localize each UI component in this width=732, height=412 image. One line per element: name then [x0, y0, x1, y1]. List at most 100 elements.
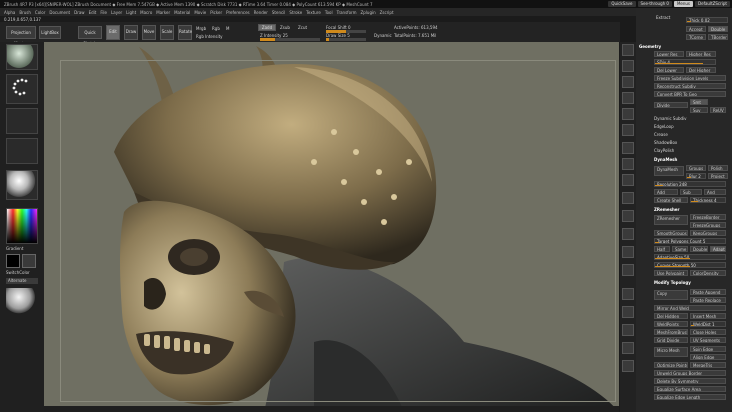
zoom-icon[interactable]: [622, 92, 634, 104]
smt-toggle[interactable]: Smt: [690, 99, 708, 105]
persp-icon[interactable]: [622, 142, 634, 154]
thick-slider[interactable]: Thick 0.02: [686, 17, 728, 23]
menu-edit[interactable]: Edit: [89, 10, 97, 15]
zremesher-header[interactable]: ZRemesher: [654, 207, 680, 212]
floor-icon[interactable]: [622, 158, 634, 170]
main-color-swatch[interactable]: [6, 254, 20, 268]
del-lower-button[interactable]: Del Lower: [654, 67, 684, 73]
create-shell-button[interactable]: Create Shell: [654, 197, 688, 203]
menu-macro[interactable]: Macro: [140, 10, 152, 15]
thickness-slider[interactable]: Thickness 4: [690, 197, 726, 203]
merge-tris-button[interactable]: MergeTris: [690, 362, 726, 368]
polyframe-icon[interactable]: [622, 288, 634, 300]
move-view-icon[interactable]: [622, 228, 634, 240]
menu-draw[interactable]: Draw: [74, 10, 84, 15]
menu-material[interactable]: Material: [174, 10, 190, 15]
suv-toggle[interactable]: Suv: [690, 107, 708, 113]
brush-thumbnail[interactable]: [6, 44, 38, 70]
secondary-color-swatch[interactable]: [22, 254, 36, 268]
ghost-icon[interactable]: [622, 324, 634, 336]
insert-mesh-button[interactable]: Insert Mesh: [690, 313, 726, 319]
shadowbox-header[interactable]: ShadowBox: [654, 140, 677, 145]
m-toggle[interactable]: M: [226, 26, 229, 31]
alternate-button[interactable]: Alternate: [6, 278, 38, 284]
keep-groups-toggle[interactable]: KeepGroups: [690, 230, 726, 236]
solo-icon[interactable]: [622, 342, 634, 354]
paste-replace-button[interactable]: Paste Replace: [690, 297, 726, 303]
smooth-groups-toggle[interactable]: SmoothGroups: [654, 230, 688, 236]
target-polygons-slider[interactable]: Target Polygons Count 5: [654, 238, 726, 244]
switch-color-label[interactable]: SwitchColor: [6, 270, 30, 275]
half-button[interactable]: Half: [654, 246, 670, 252]
equalize-edge-length-button[interactable]: Equalize Edge Length: [654, 394, 726, 400]
use-polypaint-toggle[interactable]: Use Polypaint: [654, 270, 688, 276]
menu-stroke[interactable]: Stroke: [289, 10, 302, 15]
draw-button[interactable]: Draw: [124, 25, 138, 40]
polish-toggle[interactable]: Polish: [708, 165, 728, 171]
see-through-slider[interactable]: See-through 0: [637, 1, 672, 7]
menu-layer[interactable]: Layer: [111, 10, 122, 15]
menu-preferences[interactable]: Preferences: [226, 10, 250, 15]
menu-picker[interactable]: Picker: [210, 10, 222, 15]
menu-texture[interactable]: Texture: [306, 10, 321, 15]
default-zscript-button[interactable]: DefaultZScript: [695, 1, 730, 7]
quicksave-button[interactable]: QuickSave: [608, 1, 636, 7]
geometry-header[interactable]: Geometry: [639, 44, 661, 49]
aahalf-icon[interactable]: [622, 124, 634, 136]
sdiv-slider[interactable]: SDiv 4: [654, 59, 716, 65]
sub-button[interactable]: Sub: [680, 189, 702, 195]
resolution-slider[interactable]: Resolution 248: [654, 181, 726, 187]
menu-zplugin[interactable]: Zplugin: [361, 10, 376, 15]
lightbox-button[interactable]: LightBox: [39, 26, 61, 39]
rgb-intensity-slider[interactable]: Rgb Intensity: [196, 34, 223, 39]
bpr-icon[interactable]: [622, 44, 634, 56]
alpha-thumbnail[interactable]: [6, 108, 38, 134]
modify-topology-header[interactable]: Modify Topology: [654, 280, 691, 285]
add-button[interactable]: Add: [654, 189, 678, 195]
menu-alpha[interactable]: Alpha: [4, 10, 15, 15]
menu-brush[interactable]: Brush: [19, 10, 31, 15]
mesh-from-brush-button[interactable]: MeshFromBrush: [654, 329, 688, 335]
freeze-groups-toggle[interactable]: FreezeGroups: [690, 222, 726, 228]
quick-sketch-button[interactable]: Quick Sketch: [78, 26, 102, 46]
adapt-toggle[interactable]: Adapt: [710, 246, 726, 252]
local-icon[interactable]: [622, 174, 634, 186]
menu-render[interactable]: Render: [254, 10, 268, 15]
scroll-icon[interactable]: [622, 76, 634, 88]
curves-strength-slider[interactable]: Curves Strength 50: [654, 262, 726, 268]
dynamesh-header[interactable]: DynaMesh: [654, 157, 677, 162]
weld-points-button[interactable]: WeldPoints: [654, 321, 688, 327]
micro-mesh-button[interactable]: Micro Mesh: [654, 347, 688, 357]
texture-thumbnail[interactable]: [6, 138, 38, 164]
move-button[interactable]: Move: [142, 25, 156, 40]
tborder-button[interactable]: TBorder: [708, 34, 728, 40]
menu-stencil[interactable]: Stencil: [272, 10, 286, 15]
freeze-subdiv-button[interactable]: Freeze Subdivision Levels: [654, 75, 726, 81]
color-density-slider[interactable]: ColorDensity: [690, 270, 726, 276]
z-intensity-track[interactable]: [260, 38, 320, 41]
menu-zscript[interactable]: Zscript: [380, 10, 394, 15]
rotate-button[interactable]: Rotate: [178, 25, 192, 40]
frame-icon[interactable]: [622, 210, 634, 222]
zsub-button[interactable]: Zsub: [280, 25, 290, 30]
zoom3d-icon[interactable]: [622, 246, 634, 258]
paste-append-button[interactable]: Paste Append: [690, 289, 726, 295]
divide-button[interactable]: Divide: [654, 102, 688, 108]
menus-button[interactable]: Menus: [673, 1, 694, 7]
zcut-button[interactable]: Zcut: [298, 25, 307, 30]
menu-color[interactable]: Color: [35, 10, 45, 15]
del-higher-button[interactable]: Del Higher: [686, 67, 716, 73]
del-hidden-button[interactable]: Del Hidden: [654, 313, 688, 319]
dynamic-toggle[interactable]: Dynamic: [374, 33, 392, 38]
edgeloop-header[interactable]: EdgeLoop: [654, 124, 674, 129]
copy-button[interactable]: Copy: [654, 290, 688, 300]
menu-document[interactable]: Document: [49, 10, 70, 15]
spix-icon[interactable]: [622, 60, 634, 72]
matcap-thumbnail[interactable]: [6, 288, 38, 314]
freeze-border-toggle[interactable]: FreezeBorder: [690, 214, 726, 220]
draw-size-track[interactable]: [326, 38, 366, 41]
reuv-toggle[interactable]: ReUV: [710, 107, 726, 113]
and-button[interactable]: And: [704, 189, 726, 195]
close-holes-button[interactable]: Close Holes: [690, 329, 726, 335]
groups-toggle[interactable]: Groups: [686, 165, 706, 171]
